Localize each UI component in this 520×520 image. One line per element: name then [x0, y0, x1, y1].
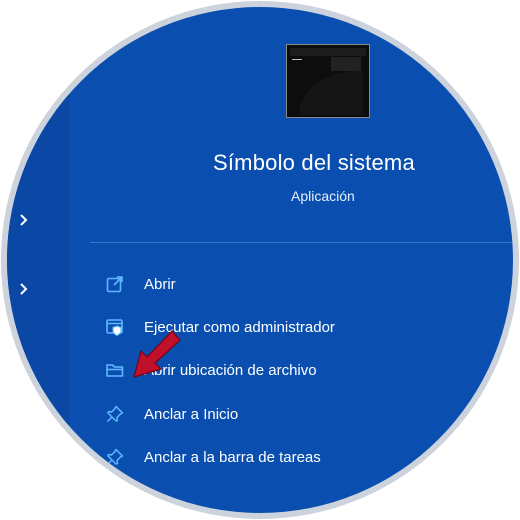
menu-item-label: Anclar a la barra de tareas — [144, 448, 321, 466]
annotation-arrow-icon — [133, 330, 181, 378]
pin-icon — [105, 404, 125, 424]
open-external-icon — [105, 274, 125, 294]
zoom-stage: Símbolo del sistema Aplicación Abrir Eje… — [0, 0, 520, 520]
app-thumbnail-icon — [286, 44, 370, 118]
admin-shield-icon — [105, 317, 125, 337]
pin-icon — [105, 447, 125, 467]
app-type-label: Aplicación — [291, 188, 355, 204]
app-title: Símbolo del sistema — [213, 150, 415, 175]
start-menu-zoom-circle: Símbolo del sistema Aplicación Abrir Eje… — [7, 7, 513, 513]
menu-item-label: Anclar a Inicio — [144, 405, 239, 423]
menu-item-pin-to-taskbar[interactable]: Anclar a la barra de tareas — [105, 444, 321, 470]
menu-item-label: Abrir — [144, 275, 176, 293]
chevron-right-icon[interactable] — [19, 282, 29, 296]
left-pane — [7, 7, 69, 513]
chevron-right-icon[interactable] — [19, 213, 29, 227]
menu-item-pin-to-start[interactable]: Anclar a Inicio — [105, 401, 238, 427]
menu-item-open[interactable]: Abrir — [105, 271, 176, 297]
folder-icon — [105, 360, 125, 380]
divider — [90, 242, 513, 243]
